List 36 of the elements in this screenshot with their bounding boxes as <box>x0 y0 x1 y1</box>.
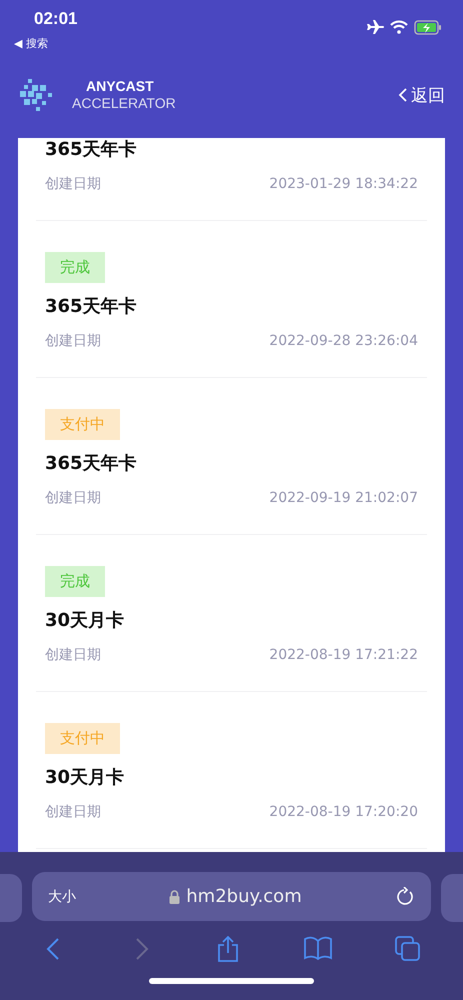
share-icon[interactable] <box>216 936 240 962</box>
plan-title: 365天年卡 <box>45 138 138 162</box>
date-label: 创建日期 <box>45 176 101 192</box>
status-badge: 支付中 <box>45 723 120 754</box>
date-label: 创建日期 <box>45 804 101 820</box>
tabs-icon[interactable] <box>395 936 422 962</box>
plan-title: 365天年卡 <box>45 295 138 319</box>
order-date: 2022-08-19 17:20:20 <box>269 804 418 820</box>
lock-icon <box>169 890 180 904</box>
plan-title: 30天月卡 <box>45 766 126 790</box>
logo-subtitle: ACCELERATOR <box>72 95 176 112</box>
order-date: 2022-09-19 21:02:07 <box>269 490 418 506</box>
date-label: 创建日期 <box>45 490 101 506</box>
airplane-icon <box>366 20 384 36</box>
date-label: 创建日期 <box>45 333 101 349</box>
clock-time: 02:01 <box>34 9 78 29</box>
status-badge: 完成 <box>45 252 105 283</box>
text-size-button[interactable]: 大小 <box>48 888 76 906</box>
date-label: 创建日期 <box>45 647 101 663</box>
address-bar[interactable]: 大小 hm2buy.com <box>32 872 431 921</box>
order-date: 2023-01-29 18:34:22 <box>269 176 418 192</box>
battery-icon <box>414 20 442 35</box>
plan-title: 30天月卡 <box>45 609 126 633</box>
logo-title: ANYCAST <box>86 78 155 95</box>
status-badge: 支付中 <box>45 409 120 440</box>
reload-icon[interactable] <box>395 886 415 906</box>
status-badge: 完成 <box>45 566 105 597</box>
wifi-icon <box>390 20 408 34</box>
order-date: 2022-09-28 23:26:04 <box>269 333 418 349</box>
url-text: hm2buy.com <box>186 886 302 907</box>
back-button[interactable]: 返回 <box>398 84 445 106</box>
bookmarks-icon[interactable] <box>304 936 332 960</box>
chevron-left-icon <box>398 87 408 103</box>
plan-title: 365天年卡 <box>45 452 138 476</box>
back-to-search-link[interactable]: ◀ 搜索 <box>14 36 48 51</box>
order-date: 2022-08-19 17:21:22 <box>269 647 418 663</box>
